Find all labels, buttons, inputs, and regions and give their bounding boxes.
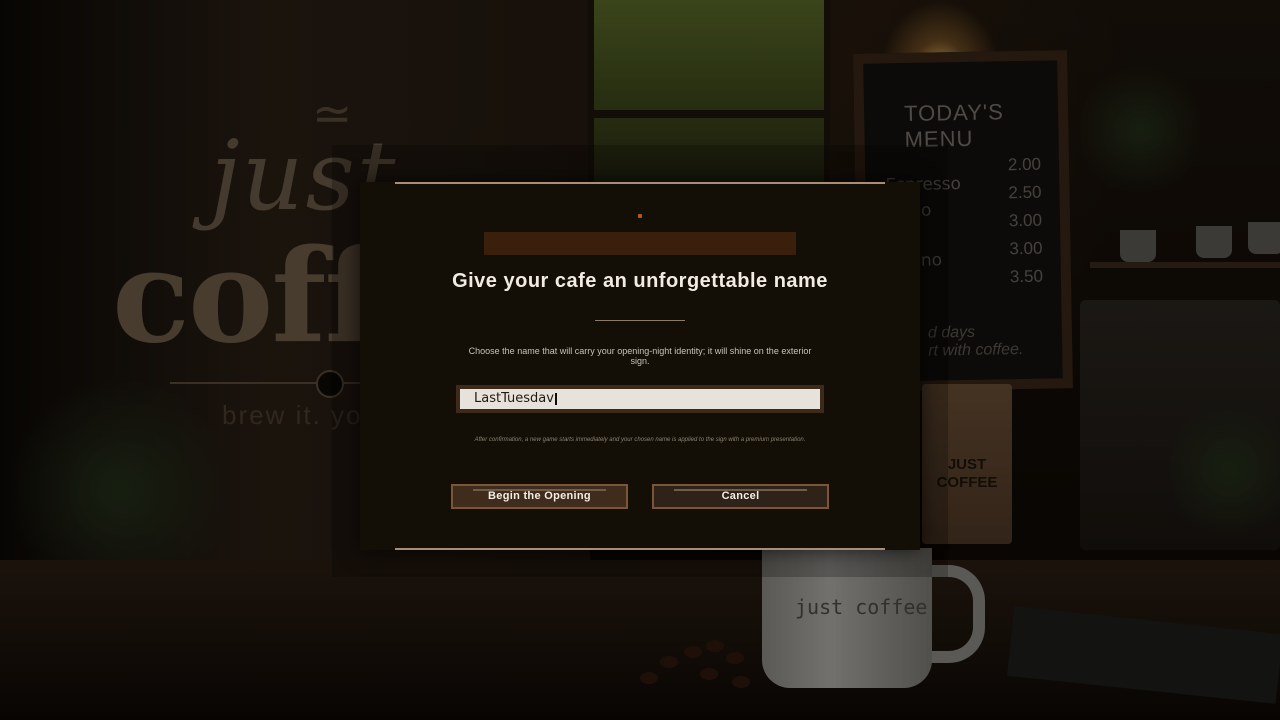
dialog-banner (484, 232, 796, 255)
dialog-title: Give your cafe an unforgettable name (452, 270, 828, 292)
ornament-icon (638, 214, 642, 218)
begin-opening-button[interactable]: Begin the Opening (451, 484, 628, 509)
cafe-name-value: LastTuesdav (474, 391, 554, 406)
cancel-label: Cancel (721, 490, 760, 502)
dialog-bottom-rule (395, 548, 885, 550)
cafe-name-input[interactable]: LastTuesdav (460, 389, 820, 409)
game-scene: ≃ just coff brew it. you TODAY'S MENU Es… (0, 0, 1280, 720)
confirmation-note: After confirmation, a new game starts im… (474, 437, 806, 443)
cancel-button[interactable]: Cancel (652, 484, 829, 509)
name-cafe-dialog: Give your cafe an unforgettable name Cho… (360, 182, 920, 550)
cafe-name-input-frame: LastTuesdav (456, 385, 824, 413)
dialog-description: Choose the name that will carry your ope… (468, 346, 812, 366)
dialog-top-rule (395, 182, 885, 184)
title-divider (595, 320, 685, 321)
begin-opening-label: Begin the Opening (488, 490, 591, 502)
text-caret (554, 392, 557, 405)
